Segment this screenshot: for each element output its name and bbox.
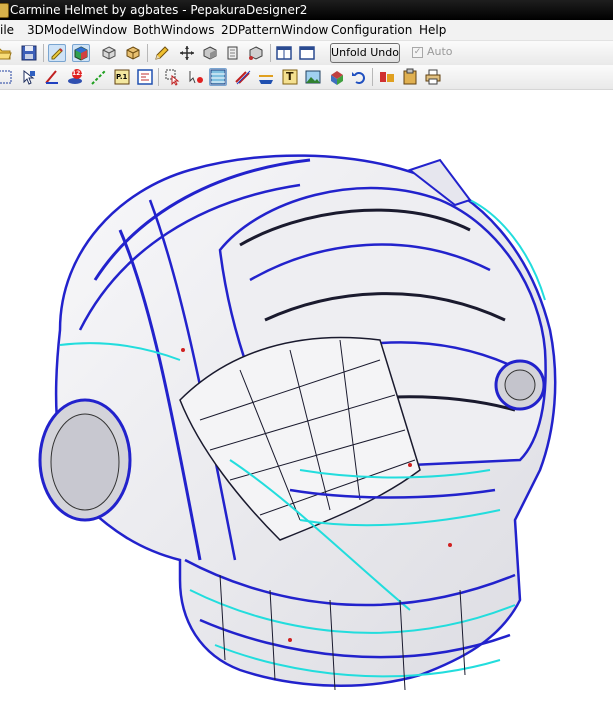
box-grid-icon [227, 46, 238, 60]
box-select-button[interactable] [247, 44, 265, 62]
seam-marker [288, 638, 292, 642]
helmet-model[interactable] [0, 90, 613, 725]
select-button[interactable] [0, 68, 14, 86]
arrow-edge-button[interactable] [187, 68, 205, 86]
view-box-button[interactable] [100, 44, 118, 62]
menu-bothwindows[interactable]: BothWindows [133, 20, 214, 40]
page-icon-label: P.1 [116, 73, 128, 81]
open-folder-icon [0, 48, 12, 60]
undo-button[interactable] [350, 68, 368, 86]
cursor-button[interactable] [20, 68, 38, 86]
select-arrow-icon [165, 69, 180, 86]
frame-icon [137, 69, 153, 85]
flap-button[interactable] [257, 68, 275, 86]
texture-icon [210, 69, 226, 85]
dashed-line-icon [91, 69, 107, 85]
seam-marker [408, 463, 412, 467]
cube-button[interactable] [201, 44, 219, 62]
main-toolbar: Unfold Undo ✓ Auto [0, 41, 613, 66]
unfold-undo-button[interactable]: Unfold Undo [330, 43, 400, 63]
color-cube-icon [74, 46, 88, 61]
edit-toolbar: 123 P.1 T [0, 65, 613, 90]
menu-2dpatternwindow[interactable]: 2DPatternWindow [221, 20, 328, 40]
paint-icon [331, 71, 343, 85]
box-select-icon [249, 46, 263, 60]
toolbar-separator [270, 44, 271, 62]
view-box-2-button[interactable] [124, 44, 142, 62]
frame-button[interactable] [136, 68, 154, 86]
number-badge-label: 123 [72, 70, 85, 77]
save-button[interactable] [20, 44, 38, 62]
arrow-edge-icon [189, 71, 203, 84]
cube-icon [203, 46, 217, 60]
paint-button[interactable] [328, 68, 346, 86]
edit-tool-icon [51, 48, 63, 60]
pencil-button[interactable] [153, 44, 171, 62]
temple-disc-inner [504, 369, 536, 401]
color-cube-button[interactable] [72, 44, 90, 62]
save-icon [21, 45, 37, 61]
view-box-icon [102, 46, 116, 60]
toolbar-separator [147, 44, 148, 62]
flap-icon [259, 75, 273, 84]
text-icon-label: T [286, 70, 294, 83]
cursor-icon [23, 69, 35, 85]
texture-button[interactable] [209, 68, 227, 86]
number-badge-button[interactable]: 123 [66, 68, 85, 86]
printer-button[interactable] [424, 68, 442, 86]
window-icon [276, 46, 292, 60]
draw-icon [45, 70, 58, 84]
draw-button[interactable] [43, 68, 61, 86]
toolbar-separator [158, 68, 159, 86]
move-icon [180, 46, 194, 60]
window-title: Carmine Helmet by agbates - PepakuraDesi… [10, 3, 308, 17]
stripes-button[interactable] [234, 68, 252, 86]
image-icon [305, 70, 321, 84]
print-setup-button[interactable] [378, 68, 396, 86]
menu-bar: ile 3DModelWindow BothWindows 2DPatternW… [0, 20, 613, 41]
3d-model-viewport[interactable] [0, 90, 613, 725]
open-folder-button[interactable] [0, 44, 12, 62]
box-grid-button[interactable] [224, 44, 242, 62]
dashed-line-button[interactable] [90, 68, 108, 86]
move-button[interactable] [178, 44, 196, 62]
auto-checkbox[interactable]: ✓ [412, 47, 423, 58]
auto-label: Auto [427, 45, 453, 58]
image-button[interactable] [304, 68, 322, 86]
text-button[interactable]: T [281, 68, 299, 86]
toolbar-separator [372, 68, 373, 86]
clipboard-icon [403, 68, 417, 85]
menu-3dmodelwindow[interactable]: 3DModelWindow [27, 20, 127, 40]
select-arrow-button[interactable] [164, 68, 182, 86]
menu-configuration[interactable]: Configuration [331, 20, 412, 40]
ear-disc-inner [50, 413, 120, 511]
stripes-icon [235, 70, 251, 85]
select-icon [0, 70, 12, 84]
edit-tool-button[interactable] [48, 44, 66, 62]
seam-marker [181, 348, 185, 352]
menu-file[interactable]: ile [0, 20, 14, 40]
pencil-icon [155, 46, 169, 60]
view-box-2-icon [126, 46, 140, 60]
single-window-button[interactable] [298, 44, 316, 62]
clipboard-button[interactable] [401, 68, 419, 86]
seam-marker [448, 543, 452, 547]
undo-icon [352, 72, 365, 84]
menu-help[interactable]: Help [419, 20, 446, 40]
toolbar-separator [43, 44, 44, 62]
window-button[interactable] [275, 44, 293, 62]
title-bar: Carmine Helmet by agbates - PepakuraDesi… [0, 0, 613, 20]
single-window-icon [299, 46, 315, 60]
print-setup-icon [380, 72, 394, 82]
app-icon[interactable] [0, 3, 9, 18]
page-button[interactable]: P.1 [113, 68, 131, 86]
printer-icon [425, 69, 441, 85]
